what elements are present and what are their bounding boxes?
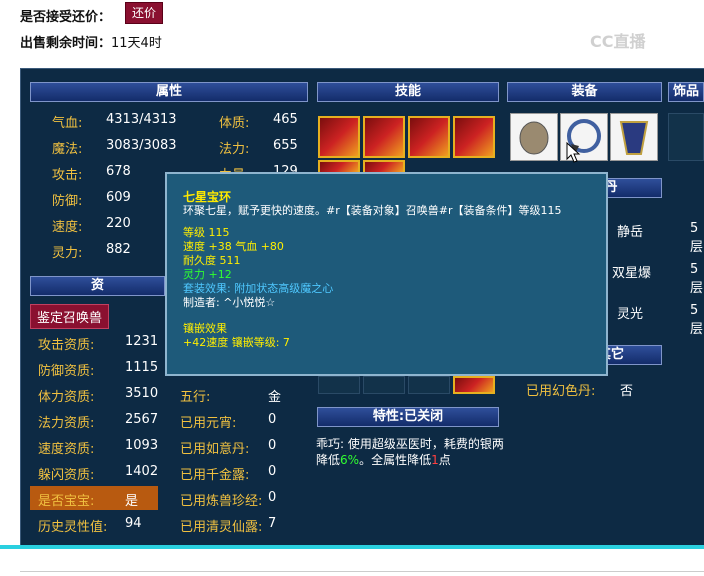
neidan-level: 5层 bbox=[690, 303, 704, 337]
aptitude-label: 体力资质: bbox=[38, 390, 95, 405]
misc-value: 0 bbox=[268, 490, 277, 505]
skill-icon-1[interactable] bbox=[318, 116, 360, 158]
tooltip-hp-label: 气血 bbox=[235, 240, 258, 253]
skill-icon-4[interactable] bbox=[453, 116, 495, 158]
attribute-label: 魔法: bbox=[52, 142, 83, 157]
attribute-label: 攻击: bbox=[52, 168, 83, 183]
traits-header: 特性:已关闭 bbox=[317, 407, 499, 427]
skill-slot-empty-3 bbox=[408, 376, 450, 394]
tooltip-spirit: 灵力 +12 bbox=[183, 268, 232, 281]
tooltip-title: 七星宝环 bbox=[183, 190, 232, 204]
tooltip-hp-value: +80 bbox=[260, 240, 284, 253]
skills-header: 技能 bbox=[317, 82, 499, 102]
skill-slot-empty-2 bbox=[363, 376, 405, 394]
aptitude-value: 2567 bbox=[125, 412, 159, 427]
trait-text-2: 。全属性降低 bbox=[359, 453, 432, 467]
misc-label: 已用如意丹: bbox=[180, 442, 250, 457]
accept-haggle-label: 是否接受还价： bbox=[20, 10, 112, 25]
attribute-value: 3083/3083 bbox=[106, 138, 177, 153]
skill-icon-3[interactable] bbox=[408, 116, 450, 158]
tooltip-stats: 速度 +38 气血 +80 bbox=[183, 240, 590, 254]
ornament-slot bbox=[668, 113, 704, 161]
neidan-name[interactable]: 双星爆 bbox=[612, 262, 651, 281]
neidan-name[interactable]: 灵光 bbox=[617, 303, 643, 322]
aptitude-header: 资 bbox=[30, 276, 165, 296]
skill-slot-empty-1 bbox=[318, 376, 360, 394]
aptitude-value: 是 bbox=[125, 494, 139, 509]
attribute-label: 防御: bbox=[52, 194, 83, 209]
misc-value: 7 bbox=[268, 516, 277, 531]
attribute-value: 678 bbox=[106, 164, 131, 179]
ornaments-header: 饰品 bbox=[668, 82, 704, 102]
aptitude-label: 防御资质: bbox=[38, 364, 95, 379]
attribute-value: 465 bbox=[273, 112, 298, 127]
attribute-value: 4313/4313 bbox=[106, 112, 177, 127]
misc-value: 0 bbox=[268, 464, 277, 479]
attribute-label: 灵力: bbox=[52, 246, 83, 261]
attribute-value: 655 bbox=[273, 138, 298, 153]
aptitude-label: 速度资质: bbox=[38, 442, 95, 457]
stream-logo: CC直播 bbox=[590, 32, 646, 51]
trait-num: 1 bbox=[431, 453, 439, 467]
aptitude-value: 94 bbox=[125, 516, 142, 531]
misc-value: 0 bbox=[268, 438, 277, 453]
attribute-label: 速度: bbox=[52, 220, 83, 235]
attribute-label: 气血: bbox=[52, 116, 83, 131]
attribute-value: 882 bbox=[106, 242, 131, 257]
misc-label: 五行: bbox=[180, 390, 211, 405]
aptitude-label: 攻击资质: bbox=[38, 338, 95, 353]
aptitude-value: 1231 bbox=[125, 334, 159, 349]
skill-icon-7[interactable] bbox=[453, 376, 495, 394]
aptitude-value: 1115 bbox=[125, 360, 159, 375]
footer-line bbox=[20, 571, 704, 572]
remaining-time-row: 出售剩余时间：11天4时 bbox=[20, 32, 162, 51]
misc-value: 0 bbox=[268, 412, 277, 427]
skill-icon-2[interactable] bbox=[363, 116, 405, 158]
aptitude-value: 1093 bbox=[125, 438, 159, 453]
identify-pet-button[interactable]: 鉴定召唤兽 bbox=[30, 304, 110, 329]
misc-label: 已用元宵: bbox=[180, 416, 237, 431]
aptitude-value: 3510 bbox=[125, 386, 159, 401]
trait-text-3: 点 bbox=[438, 453, 451, 467]
attribute-value: 220 bbox=[106, 216, 131, 231]
trait-pct: 6% bbox=[340, 453, 360, 467]
trait-description: 乖巧: 使用超级巫医时，耗费的银两降低6%。全属性降低1点 bbox=[316, 436, 506, 468]
aptitude-label: 躲闪资质: bbox=[38, 468, 95, 483]
aptitude-value: 1402 bbox=[125, 464, 159, 479]
misc-label: 已用清灵仙露: bbox=[180, 520, 263, 535]
attribute-label: 体质: bbox=[219, 116, 250, 131]
aptitude-label: 法力资质: bbox=[38, 416, 95, 431]
equipment-tooltip: 七星宝环 环聚七星，赋予更快的速度。#r【装备对象】召唤兽#r【装备条件】等级1… bbox=[165, 172, 608, 376]
misc-value: 金 bbox=[268, 390, 282, 405]
tooltip-set-effect: 套装效果: 附加状态高级魔之心 bbox=[183, 282, 334, 295]
tooltip-inlay-title: 镶嵌效果 bbox=[183, 322, 227, 335]
remaining-time-value: 11天4时 bbox=[111, 36, 162, 51]
tooltip-level: 等级 115 bbox=[183, 226, 230, 239]
equip-collar-icon[interactable] bbox=[610, 113, 658, 161]
misc-label: 已用炼兽珍经: bbox=[180, 494, 263, 509]
tooltip-maker: 制造者: ^小悦悦☆ bbox=[183, 296, 276, 309]
neidan-level: 5层 bbox=[690, 262, 704, 296]
misc-label: 已用千金露: bbox=[180, 468, 250, 483]
aptitude-label: 是否宝宝: bbox=[38, 494, 95, 509]
aptitude-label: 历史灵性值: bbox=[38, 520, 108, 535]
other-label: 已用幻色丹: bbox=[526, 384, 596, 399]
attribute-label: 法力: bbox=[219, 142, 250, 157]
neidan-name[interactable]: 静岳 bbox=[617, 221, 643, 240]
equip-armor-icon[interactable] bbox=[510, 113, 558, 161]
other-value: 否 bbox=[620, 384, 634, 399]
mouse-cursor-icon bbox=[566, 142, 581, 163]
equipment-header: 装备 bbox=[507, 82, 662, 102]
tooltip-desc: 环聚七星，赋予更快的速度。#r【装备对象】召唤兽#r【装备条件】等级115 bbox=[183, 204, 562, 217]
tooltip-speed: 速度 +38 bbox=[183, 240, 232, 253]
tooltip-durability: 耐久度 511 bbox=[183, 254, 241, 267]
haggle-button[interactable]: 还价 bbox=[125, 2, 164, 24]
neidan-level: 5层 bbox=[690, 221, 704, 255]
tooltip-inlay-value: +42速度 镶嵌等级: 7 bbox=[183, 336, 290, 349]
attribute-value: 609 bbox=[106, 190, 131, 205]
divider-line bbox=[0, 545, 704, 549]
attributes-header: 属性 bbox=[30, 82, 308, 102]
remaining-time-label: 出售剩余时间： bbox=[20, 36, 112, 51]
accept-haggle-row: 是否接受还价： bbox=[20, 6, 111, 25]
